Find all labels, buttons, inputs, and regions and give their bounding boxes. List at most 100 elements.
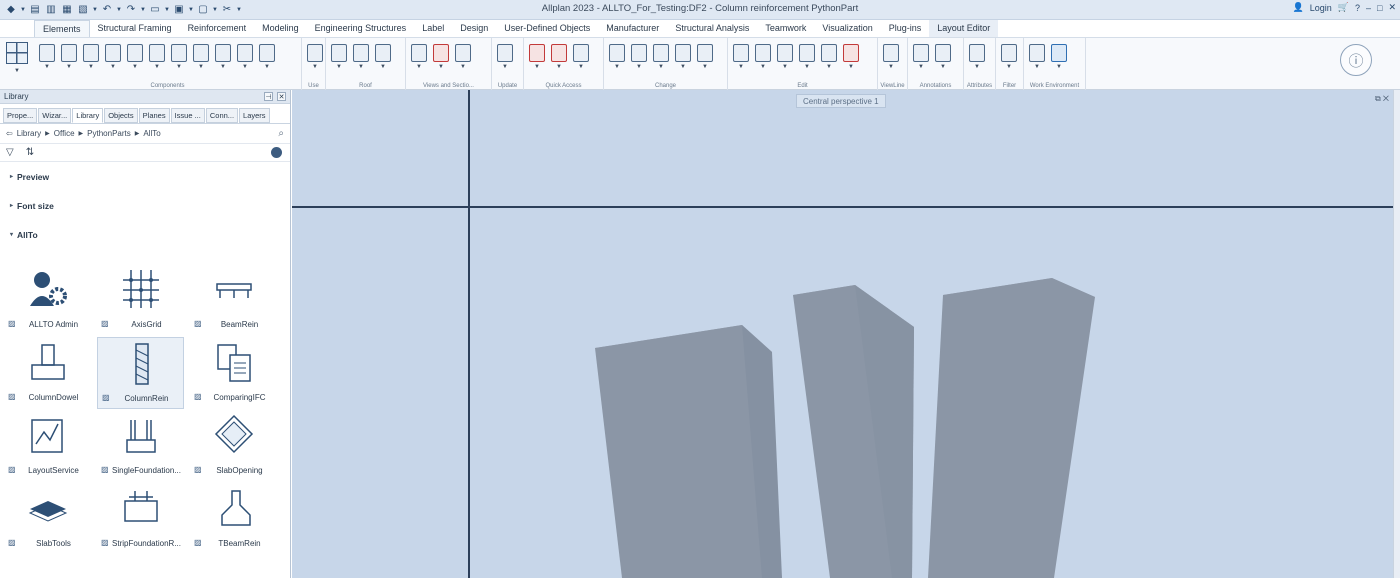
dropdown-arrow-icon[interactable]: ▼ bbox=[1056, 64, 1062, 70]
breadcrumb-item-allto[interactable]: AllTo bbox=[143, 129, 160, 138]
tools-icon[interactable]: ✂ bbox=[220, 3, 234, 16]
print-icon[interactable]: ▧ bbox=[76, 3, 90, 16]
user-icon[interactable]: 👤 bbox=[1293, 2, 1304, 13]
ribbon-tool-button[interactable]: ▼ bbox=[550, 44, 568, 74]
redo-icon[interactable]: ↷ bbox=[124, 3, 138, 16]
breadcrumb-item-library[interactable]: Library bbox=[17, 129, 41, 138]
ribbon-tool-button[interactable]: ▼ bbox=[652, 44, 670, 74]
library-item-comparingifc[interactable]: ▨ ComparingIFC bbox=[190, 337, 277, 409]
ribbon-tool-button[interactable]: ▼ bbox=[934, 44, 952, 74]
dropdown-arrow-icon[interactable]: ▼ bbox=[918, 64, 924, 70]
panel-tab-conn[interactable]: Conn... bbox=[205, 108, 239, 123]
panel-tab-library[interactable]: Library bbox=[72, 108, 104, 123]
ribbon-tool-button[interactable]: ▼ bbox=[912, 44, 930, 74]
dropdown-arrow-icon[interactable]: ▼ bbox=[782, 64, 788, 70]
dropdown-arrow-icon[interactable]: ▼ bbox=[974, 64, 980, 70]
dropdown-arrow-icon[interactable]: ▼ bbox=[44, 64, 50, 70]
tab-visualization[interactable]: Visualization bbox=[814, 20, 880, 37]
ribbon-tool-button[interactable]: ▼ bbox=[1000, 44, 1018, 74]
dropdown-arrow-icon[interactable]: ▼ bbox=[438, 64, 444, 70]
dropdown-arrow-icon[interactable]: ▼ bbox=[358, 64, 364, 70]
ribbon-tool-button[interactable]: ▼ bbox=[410, 44, 428, 74]
ribbon-tool-button[interactable]: ▼ bbox=[1050, 44, 1068, 74]
panel-tab-planes[interactable]: Planes bbox=[138, 108, 170, 123]
dropdown-arrow-icon[interactable]: ▼ bbox=[738, 64, 744, 70]
ribbon-tool-button[interactable]: ▼ bbox=[82, 44, 100, 74]
ribbon-tool-button[interactable]: ▼ bbox=[104, 44, 122, 74]
help-icon[interactable]: ? bbox=[1355, 3, 1360, 13]
ribbon-tool-button[interactable]: ▼ bbox=[776, 44, 794, 74]
pin-icon[interactable]: ⊣ bbox=[264, 92, 273, 101]
maximize-button[interactable]: □ bbox=[1377, 3, 1382, 13]
dropdown-arrow-icon[interactable]: ▼ bbox=[336, 64, 342, 70]
open-file-icon[interactable]: ▥ bbox=[44, 3, 58, 16]
ribbon-tool-button[interactable]: ▼ bbox=[258, 44, 276, 74]
ribbon-tool-button[interactable]: ▼ bbox=[820, 44, 838, 74]
library-item-slabtools[interactable]: ▨ SlabTools bbox=[4, 483, 91, 555]
library-item-tbeamrein[interactable]: ▨ TBeamRein bbox=[190, 483, 277, 555]
dropdown-arrow-icon[interactable]: ▼ bbox=[680, 64, 686, 70]
dropdown-arrow-icon[interactable]: ▼ bbox=[848, 64, 854, 70]
redo-dropdown-icon[interactable]: ▼ bbox=[140, 7, 146, 13]
dropdown-arrow-icon[interactable]: ▼ bbox=[888, 64, 894, 70]
tab-elements[interactable]: Elements bbox=[34, 20, 90, 37]
layout-dropdown-icon[interactable]: ▼ bbox=[212, 7, 218, 13]
section-preview[interactable]: ▸ Preview bbox=[0, 162, 290, 191]
ribbon-tool-button[interactable]: ▼ bbox=[170, 44, 188, 74]
ribbon-tool-button[interactable]: ▼ bbox=[236, 44, 254, 74]
tab-engineering-structures[interactable]: Engineering Structures bbox=[307, 20, 415, 37]
axis-grid-icon[interactable] bbox=[6, 42, 28, 64]
tab-plug-ins[interactable]: Plug-ins bbox=[881, 20, 930, 37]
library-item-layoutservice[interactable]: ▨ LayoutService bbox=[4, 410, 91, 482]
dropdown-arrow-icon[interactable]: ▼ bbox=[636, 64, 642, 70]
dropdown-arrow-icon[interactable]: ▼ bbox=[658, 64, 664, 70]
tab-manufacturer[interactable]: Manufacturer bbox=[598, 20, 667, 37]
dropdown-arrow-icon[interactable]: ▼ bbox=[312, 64, 318, 70]
viewport-window-controls[interactable]: ⧉ ✕ bbox=[1375, 94, 1389, 104]
tab-label[interactable]: Label bbox=[414, 20, 452, 37]
vertical-scrollbar[interactable] bbox=[1393, 90, 1400, 578]
dropdown-arrow-icon[interactable]: ▼ bbox=[460, 64, 466, 70]
panel-tab-wizar[interactable]: Wizar... bbox=[38, 108, 72, 123]
ribbon-tool-button[interactable]: ▼ bbox=[148, 44, 166, 74]
panel-tab-layers[interactable]: Layers bbox=[239, 108, 270, 123]
save-icon[interactable]: ▦ bbox=[60, 3, 74, 16]
axis-grid-dropdown-icon[interactable]: ▼ bbox=[14, 68, 20, 74]
dropdown-arrow-icon[interactable]: ▼ bbox=[380, 64, 386, 70]
ribbon-tool-button[interactable]: ▼ bbox=[454, 44, 472, 74]
dropdown-arrow-icon[interactable]: ▼ bbox=[1034, 64, 1040, 70]
dropdown-arrow-icon[interactable]: ▼ bbox=[556, 64, 562, 70]
cart-icon[interactable]: 🛒 bbox=[1338, 2, 1349, 13]
screen-dropdown-icon[interactable]: ▼ bbox=[164, 7, 170, 13]
dropdown-arrow-icon[interactable]: ▼ bbox=[198, 64, 204, 70]
dropdown-arrow-icon[interactable]: ▼ bbox=[502, 64, 508, 70]
minimize-button[interactable]: – bbox=[1366, 3, 1371, 13]
dropdown-arrow-icon[interactable]: ▼ bbox=[264, 64, 270, 70]
dropdown-arrow-icon[interactable]: ▼ bbox=[614, 64, 620, 70]
search-icon[interactable]: ⌕ bbox=[278, 128, 284, 139]
ribbon-tool-button[interactable]: ▼ bbox=[528, 44, 546, 74]
view-label[interactable]: Central perspective 1 bbox=[796, 94, 886, 108]
ribbon-tool-button[interactable]: ▼ bbox=[352, 44, 370, 74]
app-menu-dropdown-icon[interactable]: ▼ bbox=[20, 7, 26, 13]
ribbon-tool-button[interactable]: ▼ bbox=[882, 44, 900, 74]
ribbon-tool-button[interactable]: ▼ bbox=[38, 44, 56, 74]
panel-tab-prope[interactable]: Prope... bbox=[3, 108, 38, 123]
layout-icon[interactable]: ▢ bbox=[196, 3, 210, 16]
tab-user-defined-objects[interactable]: User-Defined Objects bbox=[496, 20, 598, 37]
ribbon-tool-button[interactable]: ▼ bbox=[732, 44, 750, 74]
ribbon-tool-button[interactable]: ▼ bbox=[374, 44, 392, 74]
ribbon-tool-button[interactable]: ▼ bbox=[968, 44, 986, 74]
tab-modeling[interactable]: Modeling bbox=[254, 20, 307, 37]
dropdown-arrow-icon[interactable]: ▼ bbox=[110, 64, 116, 70]
library-item-columnrein[interactable]: ▨ ColumnRein bbox=[97, 337, 184, 409]
breadcrumb-item-pythonparts[interactable]: PythonParts bbox=[87, 129, 131, 138]
ribbon-tool-button[interactable]: ▼ bbox=[432, 44, 450, 74]
dropdown-arrow-icon[interactable]: ▼ bbox=[66, 64, 72, 70]
library-item-stripfoundationr[interactable]: ▨ StripFoundationR... bbox=[97, 483, 184, 555]
ribbon-tool-button[interactable]: ▼ bbox=[754, 44, 772, 74]
filter-icon[interactable]: ▽ bbox=[6, 147, 14, 158]
dropdown-arrow-icon[interactable]: ▼ bbox=[702, 64, 708, 70]
dropdown-arrow-icon[interactable]: ▼ bbox=[416, 64, 422, 70]
ribbon-tool-button[interactable]: ▼ bbox=[572, 44, 590, 74]
